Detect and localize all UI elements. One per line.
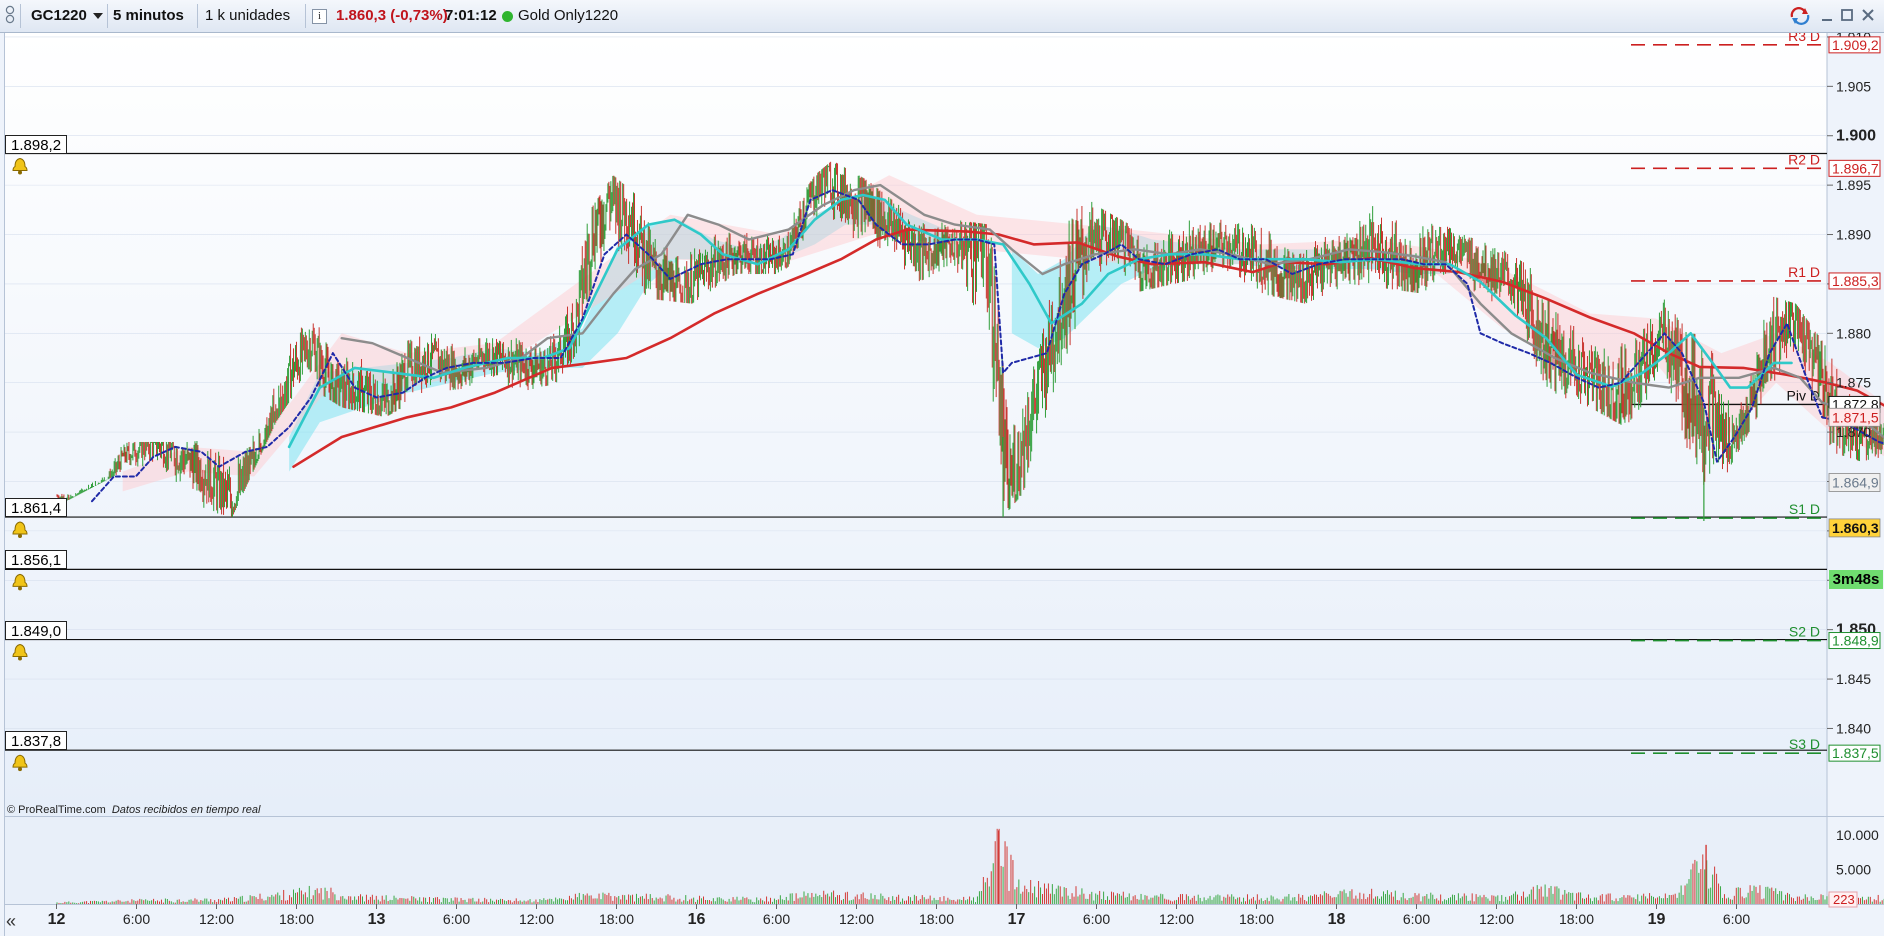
time-tick-label: 19	[1648, 911, 1666, 928]
time-tick-label: 12:00	[1479, 911, 1514, 927]
time-tick-label: 18:00	[599, 911, 634, 927]
units-selector[interactable]: 1 k unidades	[200, 4, 306, 44]
realtime-status-text: Datos recibidos en tiempo real	[111, 804, 261, 816]
timeframe-selector[interactable]: 5 minutos	[110, 4, 198, 44]
pivot-tag-label: 1.837,5	[1832, 745, 1879, 761]
time-tick-label: 18:00	[919, 911, 954, 927]
sync-icon[interactable]	[1788, 5, 1812, 29]
time-tick-label: 18:00	[279, 911, 314, 927]
maximize-icon[interactable]	[1839, 4, 1855, 28]
timeframe-label: 5 minutos	[113, 7, 184, 24]
pivot-tag-label: 1.885,3	[1832, 273, 1879, 289]
bell-clapper	[18, 767, 22, 772]
bell-clapper	[18, 170, 22, 175]
bell-clapper	[18, 534, 22, 539]
credit-text: © ProRealTime.com	[7, 804, 106, 816]
price-tick-label: 1.880	[1836, 325, 1871, 341]
bell-clapper	[18, 656, 22, 661]
volume-last-label: 223	[1833, 892, 1855, 907]
info-icon[interactable]: i	[312, 9, 327, 24]
alert-level-label[interactable]: 1.861,4	[5, 498, 68, 518]
double-chevron-left-icon[interactable]: «	[6, 911, 22, 931]
time-tick-label: 6:00	[1083, 911, 1110, 927]
toolbar: GC1220 5 minutos 1 k unidades i 1.860,3 …	[0, 0, 1884, 44]
time-tick-label: 6:00	[1403, 911, 1430, 927]
pivot-name: R3 D	[1788, 33, 1820, 44]
menu-grip-icon[interactable]	[3, 4, 21, 28]
price-tick-label: 1.840	[1836, 720, 1871, 736]
price-chart[interactable]: R3 DR2 DR1 DPiv DS1 DS2 DS3 D 1.9101.905…	[0, 33, 1884, 936]
price-tag-label: 1.871,5	[1832, 409, 1879, 425]
time-tick-label: 16	[688, 911, 706, 928]
time-tick-label: 13	[368, 911, 386, 928]
clock-time: 7:01:12	[445, 7, 497, 24]
instrument-name: Gold Only1220	[518, 7, 619, 24]
pivot-name: R1 D	[1788, 264, 1820, 280]
chart-area[interactable]: R3 DR2 DR1 DPiv DS1 DS2 DS3 D 1.9101.905…	[0, 33, 1884, 936]
pivot-name: R2 D	[1788, 151, 1820, 167]
time-tick-label: 6:00	[443, 911, 470, 927]
pivot-name: S3 D	[1789, 736, 1820, 752]
price-tag-label: 1.860,3	[1832, 520, 1879, 536]
price-tick-label: 1.890	[1836, 227, 1871, 243]
time-tick-label: 12:00	[199, 911, 234, 927]
price-tag-label: 1.864,9	[1832, 474, 1879, 490]
connection-status-icon	[502, 11, 513, 22]
chevron-down-icon	[92, 13, 103, 20]
price-tick-label: 1.900	[1836, 128, 1876, 145]
alert-level-label[interactable]: 1.849,0	[5, 620, 68, 640]
time-tick-label: 6:00	[123, 911, 150, 927]
footer-credit: © ProRealTime.com Datos recibidos en tie…	[7, 804, 260, 816]
price-tick-label: 1.905	[1836, 78, 1871, 94]
price-tick-label: 1.875	[1836, 375, 1871, 391]
time-tick-label: 18:00	[1239, 911, 1274, 927]
pivot-tag-label: 1.909,2	[1832, 37, 1879, 53]
volume-tick-label: 5.000	[1836, 862, 1871, 878]
time-tick-label: 18:00	[1559, 911, 1594, 927]
time-tick-label: 12:00	[519, 911, 554, 927]
pivot-name: S2 D	[1789, 624, 1820, 640]
symbol-selector[interactable]: GC1220	[24, 4, 108, 28]
pivot-name: S1 D	[1789, 501, 1820, 517]
close-icon[interactable]	[1860, 4, 1876, 28]
time-tick-label: 6:00	[1723, 911, 1750, 927]
minimize-icon[interactable]	[1819, 4, 1835, 28]
pivot-tag-label: 1.848,9	[1832, 633, 1879, 649]
price-tick-label: 1.845	[1836, 671, 1871, 687]
time-tick-label: 18	[1328, 911, 1346, 928]
units-label: 1 k unidades	[205, 7, 291, 24]
time-tick-label: 12:00	[1159, 911, 1194, 927]
time-tick-label: 17	[1008, 911, 1026, 928]
alert-level-label[interactable]: 1.837,8	[5, 731, 68, 751]
time-tick-label: 6:00	[763, 911, 790, 927]
alert-level-label[interactable]: 1.898,2	[5, 134, 68, 154]
bell-clapper	[18, 586, 22, 591]
symbol-label: GC1220	[31, 7, 87, 24]
price-tick-label: 1.895	[1836, 177, 1871, 193]
volume-tick-label: 10.000	[1836, 827, 1879, 843]
time-tick-label: 12	[48, 911, 66, 928]
alert-level-label[interactable]: 1.856,1	[5, 550, 68, 570]
volume-panel	[5, 817, 1827, 904]
countdown-badge: 3m48s	[1829, 570, 1883, 589]
time-tick-label: 12:00	[839, 911, 874, 927]
pivot-tag-label: 1.896,7	[1832, 160, 1879, 176]
last-price: 1.860,3 (-0,73%)	[336, 7, 448, 24]
